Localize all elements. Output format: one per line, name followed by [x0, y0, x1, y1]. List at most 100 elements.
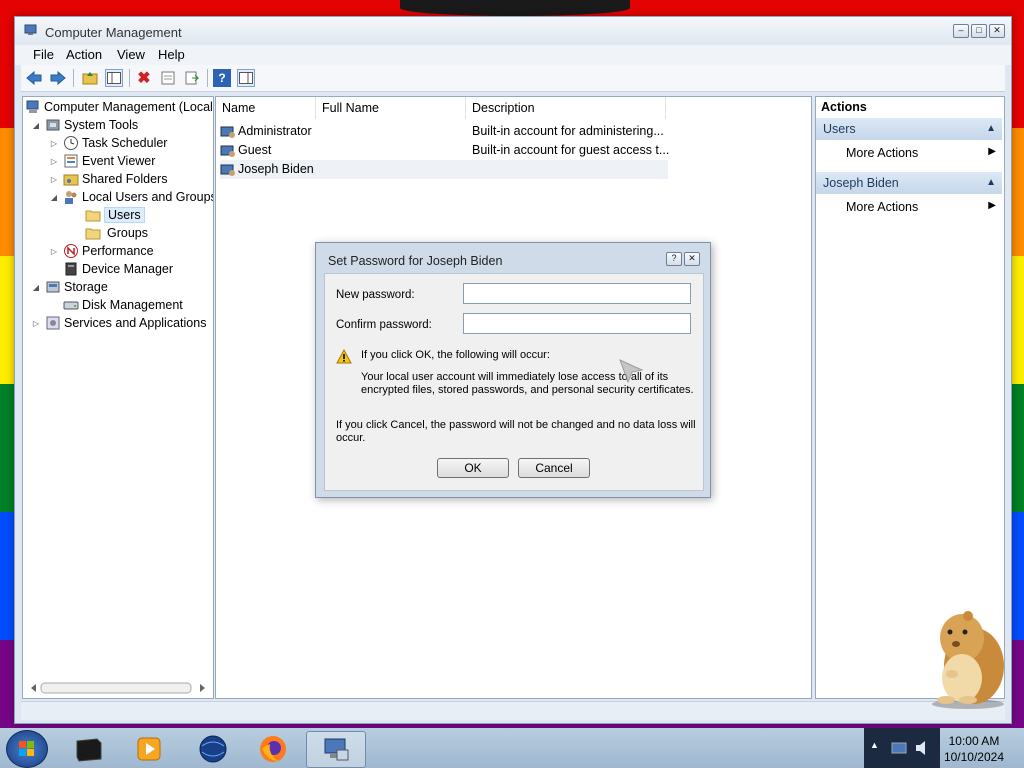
actions-section-title: Joseph Biden [823, 176, 899, 190]
tree-item-event-viewer[interactable]: ▷ Event Viewer [49, 152, 156, 170]
tree-label-users: Users [104, 207, 145, 223]
collapsed-arrow-icon[interactable]: ▷ [49, 157, 59, 166]
cancel-button[interactable]: Cancel [518, 458, 590, 478]
tree-item-users[interactable]: Users [81, 206, 145, 224]
globe-icon [199, 735, 227, 762]
volume-icon[interactable] [914, 739, 934, 757]
confirm-password-label: Confirm password: [336, 319, 432, 331]
collapse-arrow-icon[interactable]: ▲ [986, 172, 996, 194]
actions-section-joseph-biden[interactable]: Joseph Biden ▲ [816, 172, 1002, 194]
windows-logo-icon [19, 741, 34, 756]
more-actions-label: More Actions [846, 200, 919, 214]
horizontal-scrollbar[interactable] [29, 682, 207, 694]
column-header-description[interactable]: Description [466, 97, 666, 119]
taskbar-app-media-player[interactable] [120, 731, 178, 766]
confirm-password-input[interactable] [463, 313, 691, 334]
actions-section-users[interactable]: Users ▲ [816, 118, 1002, 140]
tree-item-disk-management[interactable]: Disk Management [59, 296, 183, 314]
tree-item-shared-folders[interactable]: ▷ Shared Folders [49, 170, 168, 188]
dialog-help-button[interactable]: ? [666, 252, 682, 266]
user-description: Built-in account for guest access t... [472, 143, 670, 157]
menu-action[interactable]: Action [66, 47, 102, 62]
ok-button[interactable]: OK [437, 458, 509, 478]
forward-icon[interactable] [49, 69, 67, 87]
media-player-icon [137, 737, 161, 760]
collapsed-arrow-icon[interactable]: ▷ [31, 319, 41, 328]
menu-file[interactable]: File [33, 47, 54, 62]
dialog-close-button[interactable]: ✕ [684, 252, 700, 266]
network-icon[interactable] [890, 739, 910, 757]
tree-item-task-scheduler[interactable]: ▷ Task Scheduler [49, 134, 167, 152]
column-header-full-name[interactable]: Full Name [316, 97, 466, 119]
taskbar-app-globe[interactable] [184, 731, 242, 766]
delete-icon[interactable]: ✖ [135, 69, 153, 87]
disk-icon [63, 301, 79, 310]
system-clock[interactable]: 10:00 AM 10/10/2024 [944, 733, 1004, 765]
computer-management-icon [26, 100, 39, 113]
tree-label-services-apps: Services and Applications [64, 316, 207, 330]
start-button[interactable] [6, 730, 48, 768]
tree-label-storage: Storage [64, 280, 108, 294]
clock-time: 10:00 AM [948, 734, 1000, 748]
tree-label-task-scheduler: Task Scheduler [82, 136, 168, 150]
table-row[interactable]: Guest Built-in account for guest access … [220, 141, 670, 160]
properties-icon[interactable] [159, 69, 177, 87]
column-header-name[interactable]: Name [216, 97, 316, 119]
show-hide-tree-icon[interactable] [105, 69, 123, 87]
console-tree: Computer Management (Local ◢ System Tool… [22, 96, 214, 699]
table-row-selected[interactable]: Joseph Biden [220, 160, 668, 179]
user-icon [220, 126, 235, 138]
export-list-icon[interactable] [183, 69, 201, 87]
menu-bar: File Action View Help [15, 45, 1011, 65]
tree-item-services-apps[interactable]: ▷ Services and Applications [31, 314, 207, 332]
help-icon[interactable]: ? [213, 69, 231, 87]
computer-management-icon [324, 738, 349, 760]
more-actions-user[interactable]: More Actions ▶ [846, 200, 996, 214]
tree-item-groups[interactable]: Groups [81, 224, 148, 242]
status-bar [21, 701, 1005, 720]
storage-icon [46, 281, 60, 293]
taskbar-app-firefox[interactable] [244, 731, 302, 766]
close-button[interactable]: ✕ [989, 24, 1005, 38]
taskbar-app-computer-management[interactable] [306, 731, 366, 768]
tree-label-disk-management: Disk Management [82, 298, 183, 312]
menu-view[interactable]: View [117, 47, 145, 62]
tree-item-system-tools[interactable]: ◢ System Tools [31, 116, 138, 134]
collapsed-arrow-icon[interactable]: ▷ [49, 139, 59, 148]
up-folder-icon[interactable] [81, 69, 99, 87]
tree-item-device-manager[interactable]: Device Manager [59, 260, 173, 278]
expanded-arrow-icon[interactable]: ◢ [31, 283, 41, 292]
new-password-input[interactable] [463, 283, 691, 304]
collapse-arrow-icon[interactable]: ▲ [986, 118, 996, 140]
tree-item-local-users-groups[interactable]: ◢ Local Users and Groups [49, 188, 213, 206]
title-bar[interactable]: Computer Management – □ ✕ [15, 17, 1011, 45]
tree-label-device-manager: Device Manager [82, 262, 174, 276]
user-name: Guest [238, 143, 272, 157]
minimize-button[interactable]: – [953, 24, 969, 38]
taskbar-app-terminal[interactable] [60, 731, 118, 766]
table-row[interactable]: Administrator Built-in account for admin… [220, 122, 668, 141]
folder-icon [85, 210, 101, 222]
expanded-arrow-icon[interactable]: ◢ [31, 121, 41, 130]
computer-management-icon [24, 24, 37, 35]
maximize-button[interactable]: □ [971, 24, 987, 38]
back-icon[interactable] [25, 69, 43, 87]
tree-item-performance[interactable]: ▷ Performance [49, 242, 154, 260]
taskbar: ▲ 10:00 AM 10/10/2024 [0, 728, 1024, 768]
show-hidden-icons-icon[interactable]: ▲ [870, 740, 879, 750]
actions-section-title: Users [823, 122, 856, 136]
submenu-arrow-icon: ▶ [988, 146, 996, 157]
clock-date: 10/10/2024 [943, 750, 1004, 764]
set-password-dialog: Set Password for Joseph Biden ? ✕ New pa… [315, 242, 711, 498]
folder-icon [85, 228, 101, 240]
menu-help[interactable]: Help [158, 47, 185, 62]
tree-item-root[interactable]: Computer Management (Local [25, 98, 213, 116]
tree-label-shared-folders: Shared Folders [82, 172, 168, 186]
expanded-arrow-icon[interactable]: ◢ [49, 193, 59, 202]
show-hide-action-pane-icon[interactable] [237, 69, 255, 87]
collapsed-arrow-icon[interactable]: ▷ [49, 247, 59, 256]
tree-item-storage[interactable]: ◢ Storage [31, 278, 108, 296]
more-actions-users[interactable]: More Actions ▶ [846, 146, 996, 160]
user-icon [220, 164, 235, 176]
collapsed-arrow-icon[interactable]: ▷ [49, 175, 59, 184]
